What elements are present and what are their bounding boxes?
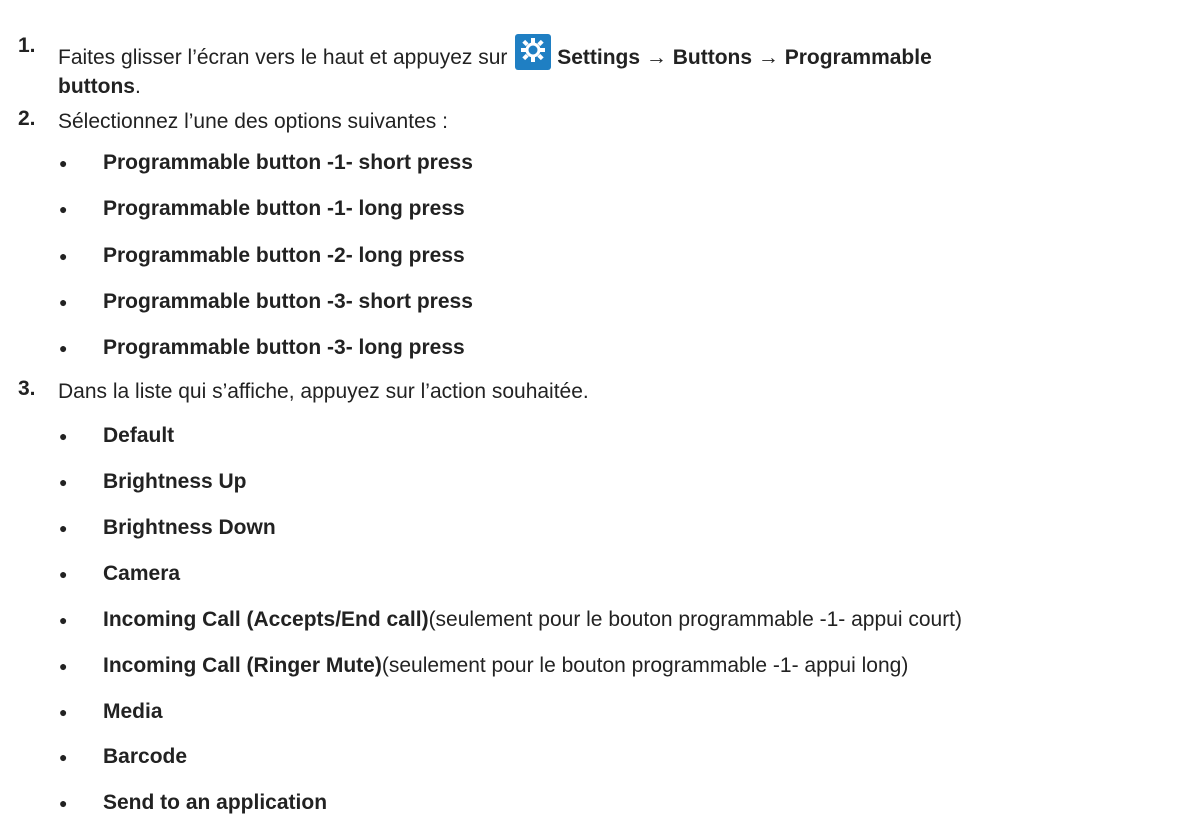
bullet-icon: ● [59,474,68,490]
instruction-document: 1. Faites glisser l’écran vers le haut e… [0,0,1199,824]
step-number: 2. [18,107,36,130]
option-label: Programmable button -1- long press [103,197,465,220]
bullet-icon: ● [59,612,68,628]
list-item: ● Incoming Call (Ringer Mute)(seulement … [0,652,1199,680]
step-1-text: Faites glisser l’écran vers le haut et a… [58,34,1189,101]
settings-gear-icon [515,34,552,70]
list-item: ● Programmable button -3- short press [0,288,1199,316]
bullet-icon: ● [59,658,68,674]
list-item: ● Brightness Down [0,514,1199,542]
action-label: Incoming Call (Accepts/End call) [103,608,429,631]
bullet-icon: ● [59,428,68,444]
list-item: ● Incoming Call (Accepts/End call)(seule… [0,606,1199,634]
list-item: ● Media [0,698,1199,726]
bullet-icon: ● [59,749,68,765]
step-3-text: Dans la liste qui s’affiche, appuyez sur… [58,380,589,403]
list-item: ● Brightness Up [0,468,1199,496]
bullet-icon: ● [59,155,68,171]
option-label: Programmable button -2- long press [103,244,465,267]
list-item: ● Programmable button -2- long press [0,242,1199,270]
action-label: Incoming Call (Ringer Mute) [103,654,382,677]
list-item: ● Camera [0,560,1199,588]
list-item: ● Programmable button -3- long press [0,334,1199,362]
list-item: ● Barcode [0,743,1199,771]
settings-path: Settings → Buttons → Programmable [557,46,932,69]
action-label: Barcode [103,745,188,768]
list-item: ● Programmable button -1- long press [0,195,1199,223]
action-label: Default [103,424,175,447]
option-label: Programmable button -1- short press [103,151,473,174]
action-label: Brightness Down [103,516,276,539]
bullet-icon: ● [59,566,68,582]
option-label: Programmable button -3- short press [103,290,473,313]
settings-path-end: buttons [58,75,135,98]
action-label: Media [103,700,163,723]
step-2-text: Sélectionnez l’une des options suivantes… [58,110,448,133]
step-1-period: . [134,75,141,98]
action-label: Camera [103,562,181,585]
action-note: (seulement pour le bouton programmable -… [428,608,963,631]
bullet-icon: ● [59,795,68,811]
bullet-icon: ● [59,201,68,217]
bullet-icon: ● [59,704,68,720]
step-number: 3. [18,377,36,400]
list-item: ● Send to an application [0,789,1199,817]
bullet-icon: ● [59,340,68,356]
bullet-icon: ● [59,520,68,536]
bullet-icon: ● [59,294,68,310]
action-note: (seulement pour le bouton programmable -… [381,654,909,677]
list-item: ● Programmable button -1- short press [0,149,1199,177]
step-1-intro: Faites glisser l’écran vers le haut et a… [58,46,514,69]
action-label: Brightness Up [103,470,247,493]
list-item: ● Default [0,422,1199,450]
option-label: Programmable button -3- long press [103,336,465,359]
action-label: Send to an application [103,791,328,814]
step-number: 1. [18,34,36,57]
bullet-icon: ● [59,248,68,264]
